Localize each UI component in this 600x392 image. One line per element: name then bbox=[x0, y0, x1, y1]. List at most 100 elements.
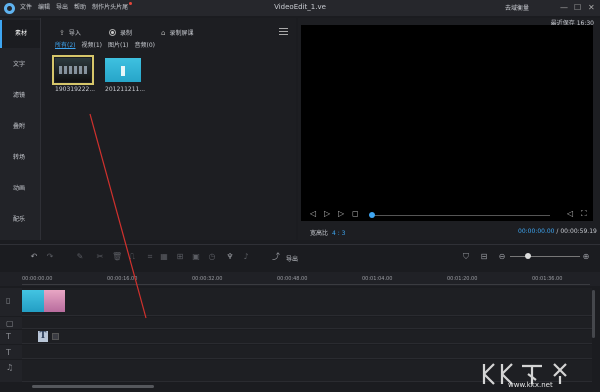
speed-icon[interactable]: ⊞ bbox=[176, 253, 184, 261]
image-clip[interactable] bbox=[44, 290, 65, 312]
next-frame-icon[interactable]: ▷ bbox=[338, 210, 344, 218]
fit-icon[interactable]: ⊟ bbox=[480, 253, 488, 261]
play-icon[interactable]: ▷ bbox=[324, 210, 330, 218]
crop-icon[interactable]: ⌗ bbox=[146, 253, 154, 261]
tab-overlays[interactable]: 叠附 bbox=[0, 113, 40, 141]
text-clip-icon[interactable]: T bbox=[38, 331, 48, 342]
media-caption: 201211211... bbox=[105, 86, 146, 93]
watermark-site: www.kkx.net bbox=[508, 381, 553, 389]
playback-progress-handle[interactable] bbox=[369, 212, 375, 218]
tab-media[interactable]: 素材 bbox=[0, 20, 40, 48]
stop-icon[interactable]: ◻ bbox=[352, 210, 359, 218]
aspect-ratio[interactable]: 宽高比 4 : 3 bbox=[310, 228, 346, 237]
prev-frame-icon[interactable]: ◁ bbox=[310, 210, 316, 218]
text-track[interactable] bbox=[22, 330, 592, 344]
image-figure-graphic bbox=[121, 66, 125, 76]
total-time: 00:00:59.19 bbox=[560, 228, 597, 235]
record-label: 录制 bbox=[120, 30, 133, 37]
mosaic-icon[interactable]: ▦ bbox=[160, 253, 168, 261]
minimize-icon[interactable]: — bbox=[560, 2, 568, 14]
current-time: 00:00:00.00 bbox=[518, 228, 555, 235]
text-clip-marker[interactable] bbox=[52, 333, 59, 340]
tab-music[interactable]: 配乐 bbox=[0, 206, 40, 234]
preview-screen[interactable] bbox=[301, 25, 593, 221]
tab-text[interactable]: 文字 bbox=[0, 51, 40, 79]
marker-icon[interactable]: ⛉ bbox=[462, 253, 470, 261]
delete-icon[interactable]: 🗑 bbox=[112, 253, 122, 261]
tab-animations[interactable]: 动画 bbox=[0, 175, 40, 203]
time-readout: 00:00:00.00 / 00:00:59.19 bbox=[518, 228, 597, 235]
undo-icon[interactable]: ↶ bbox=[30, 253, 38, 261]
duration-icon[interactable]: ◷ bbox=[208, 253, 216, 261]
aspect-ratio-label: 宽高比 bbox=[310, 230, 329, 237]
close-icon[interactable]: ✕ bbox=[588, 2, 595, 14]
track-header-text: T bbox=[0, 330, 22, 344]
login-link[interactable]: 去域衡量 bbox=[505, 3, 529, 12]
freeze-icon[interactable]: ▣ bbox=[192, 253, 200, 261]
video-track[interactable] bbox=[22, 288, 592, 316]
edit-icon[interactable]: ✎ bbox=[76, 253, 84, 261]
text-track-icon: T bbox=[6, 332, 11, 341]
import-button[interactable]: ⇪ 导入 bbox=[59, 28, 81, 38]
list-view-icon[interactable] bbox=[279, 28, 288, 35]
filter-image[interactable]: 图片(1) bbox=[108, 40, 129, 49]
media-thumbnail-image[interactable] bbox=[105, 58, 141, 82]
ruler-tick: 00:01:36.00 bbox=[532, 276, 563, 282]
screen-record-button[interactable]: ⌂ 录制屏课 bbox=[161, 28, 194, 38]
record-icon bbox=[109, 29, 116, 36]
ruler-tick: 00:00:48.00 bbox=[277, 276, 308, 282]
import-icon: ⇪ bbox=[59, 28, 65, 37]
aspect-ratio-value: 4 : 3 bbox=[332, 230, 346, 237]
export-icon[interactable]: ⤴ bbox=[272, 253, 280, 261]
track-header-music: ♫ bbox=[0, 360, 22, 382]
track-header-video: ▯ bbox=[0, 288, 22, 316]
audio-icon[interactable]: ♪ bbox=[242, 253, 250, 261]
preview-panel: 最近保存 16:30 bbox=[298, 18, 600, 240]
media-thumbnail-video[interactable] bbox=[52, 55, 94, 85]
ruler-tick: 00:01:20.00 bbox=[447, 276, 478, 282]
screen-record-icon: ⌂ bbox=[161, 28, 166, 37]
tab-filters[interactable]: 滤镜 bbox=[0, 82, 40, 110]
split-icon[interactable]: ⎍ bbox=[128, 253, 136, 261]
zoom-slider[interactable] bbox=[510, 256, 580, 257]
zoom-slider-handle[interactable] bbox=[524, 253, 531, 259]
track-header-title: T bbox=[0, 345, 22, 359]
export-button[interactable]: 导出 bbox=[286, 254, 298, 263]
import-label: 导入 bbox=[68, 30, 81, 37]
overlay-track[interactable] bbox=[22, 317, 592, 329]
redo-icon[interactable]: ↷ bbox=[46, 253, 54, 261]
fullscreen-icon[interactable]: ⛶ bbox=[581, 210, 587, 218]
screen-record-label: 录制屏课 bbox=[169, 30, 194, 37]
zoom-in-icon[interactable]: ⊕ bbox=[582, 253, 590, 261]
ruler-tick: 00:00:32.00 bbox=[192, 276, 223, 282]
tab-transitions[interactable]: 转场 bbox=[0, 144, 40, 172]
timeline-horizontal-scrollbar[interactable] bbox=[32, 385, 154, 388]
timeline-vertical-scrollbar[interactable] bbox=[592, 290, 595, 338]
cut-icon[interactable]: ✂ bbox=[96, 253, 104, 261]
overlay-track-icon: ▢ bbox=[6, 319, 14, 328]
title-track[interactable] bbox=[22, 345, 592, 359]
video-clip[interactable] bbox=[22, 290, 44, 312]
ruler-tick: 00:00:00.00 bbox=[22, 276, 53, 282]
title-track-icon: T bbox=[6, 348, 11, 357]
media-filters: 所有(2) 视频(1) 图片(1) 音频(0) bbox=[55, 40, 155, 49]
category-sidebar: 素材 文字 滤镜 叠附 转场 动画 配乐 bbox=[0, 18, 40, 240]
filter-audio[interactable]: 音频(0) bbox=[135, 40, 156, 49]
music-track-icon: ♫ bbox=[6, 363, 14, 372]
filter-video[interactable]: 视频(1) bbox=[82, 40, 103, 49]
ruler-tick: 00:01:04.00 bbox=[362, 276, 393, 282]
playback-progress-track[interactable] bbox=[372, 215, 550, 216]
media-caption: 190319222... bbox=[55, 86, 96, 93]
zoom-out-icon[interactable]: ⊖ bbox=[498, 253, 506, 261]
record-button[interactable]: 录制 bbox=[109, 28, 132, 37]
volume-icon[interactable]: ◁ bbox=[567, 210, 573, 218]
ruler-tick: 00:00:16.00 bbox=[107, 276, 138, 282]
track-header-overlay: ▢ bbox=[0, 317, 22, 329]
title-bar: 文件 编辑 导出 帮助 制作片头片尾 VideoEdit_1.ve 去域衡量 —… bbox=[0, 0, 600, 16]
voiceover-icon[interactable]: ♆ bbox=[226, 253, 234, 261]
media-panel: ⇪ 导入 录制 ⌂ 录制屏课 所有(2) 视频(1) 图片(1) 音频(0) 1… bbox=[40, 18, 296, 240]
maximize-icon[interactable]: ☐ bbox=[574, 2, 581, 14]
filter-all[interactable]: 所有(2) bbox=[55, 40, 76, 49]
ruler-baseline bbox=[22, 284, 590, 285]
video-track-icon: ▯ bbox=[6, 296, 11, 305]
